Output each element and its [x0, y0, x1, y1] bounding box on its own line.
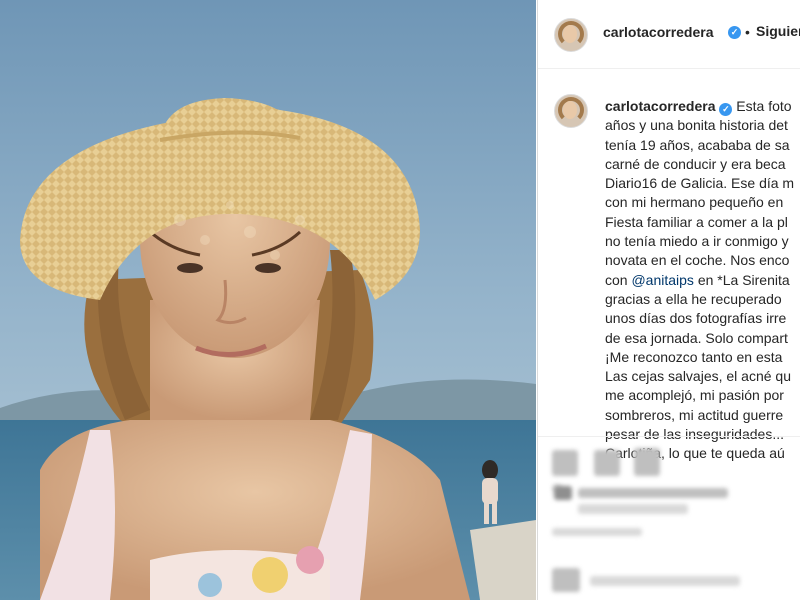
post-username[interactable]: carlotacorredera — [603, 24, 714, 40]
mention-suffix: en *La Sirenita — [693, 271, 790, 288]
caption-mention-line: con @anitaips en *La Sirenita — [605, 271, 800, 290]
caption-line: Las cejas salvajes, el acné qu — [605, 368, 791, 385]
caption-verified-icon: ✓ — [719, 103, 733, 116]
post-header: carlotacorredera ✓ • Siguien — [538, 0, 800, 69]
caption-line: ¡Me reconozco tanto en esta — [605, 348, 783, 365]
likes-text-blurred-2 — [578, 504, 688, 514]
caption-line: Fiesta familiar a comer a la pl — [605, 213, 788, 230]
caption-line: me acomplejó, mi pasión por — [605, 387, 784, 404]
caption-line: novata en el coche. Nos enco — [605, 252, 790, 269]
caption-line: unos días dos fotografías irre — [605, 310, 787, 327]
caption-username[interactable]: carlotacorredera — [605, 98, 716, 114]
caption-line: carné de conducir y era beca — [605, 155, 786, 172]
emoji-icon[interactable] — [552, 568, 580, 592]
add-comment-blurred[interactable] — [590, 576, 740, 586]
avatar-face — [563, 25, 577, 43]
caption-line: sombreros, mi actitud guerre — [605, 406, 784, 423]
beach-portrait-photo — [0, 0, 536, 600]
like-icon[interactable] — [552, 450, 578, 476]
mention-prefix: con — [605, 271, 632, 288]
caption-line: carlotacorredera ✓ Esta foto — [605, 97, 800, 116]
mention-link[interactable]: @anitaips — [631, 272, 693, 288]
follow-button[interactable]: Siguien — [756, 23, 800, 39]
caption-avatar[interactable] — [554, 94, 588, 128]
caption-line: años y una bonita historia det — [605, 117, 788, 134]
caption-line: no tenía miedo a ir conmigo y — [605, 233, 789, 250]
timestamp-blurred — [552, 528, 642, 536]
verified-badge-icon: ✓ — [728, 26, 741, 39]
share-icon[interactable] — [634, 448, 660, 476]
post-caption: carlotacorredera ✓ Esta foto años y una … — [605, 97, 800, 464]
caption-line: de esa jornada. Solo compart — [605, 329, 788, 346]
caption-line: gracias a ella he recuperado — [605, 290, 782, 307]
post-side-panel: carlotacorredera ✓ • Siguien carlotacorr… — [537, 0, 800, 600]
liked-by-avatar — [554, 486, 572, 500]
caption-avatar-face — [563, 101, 577, 119]
actions-divider — [538, 436, 800, 437]
caption-line: pesar de las inseguridades... — [605, 426, 784, 443]
likes-text-blurred — [578, 488, 728, 498]
profile-avatar[interactable] — [554, 18, 588, 52]
caption-line: Diario16 de Galicia. Ese día m — [605, 175, 795, 192]
caption-line: con mi hermano pequeño en — [605, 194, 784, 211]
comment-icon[interactable] — [594, 450, 620, 476]
caption-line: tenía 19 años, acababa de sa — [605, 136, 790, 153]
header-separator: • — [745, 24, 750, 40]
post-photo[interactable] — [0, 0, 536, 600]
caption-first-text: Esta foto — [736, 98, 792, 114]
